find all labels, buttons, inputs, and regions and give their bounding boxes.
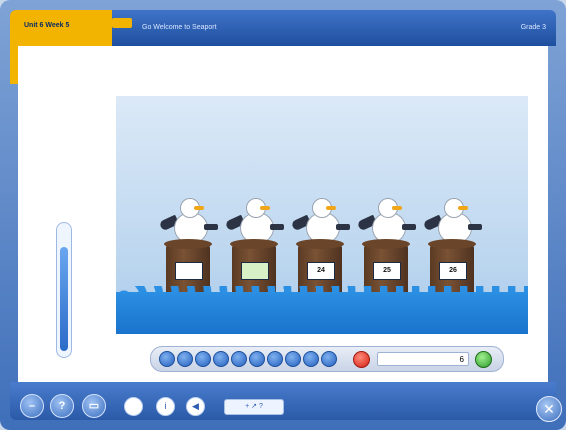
seagull-tail (402, 224, 416, 230)
seagull-tail (204, 224, 218, 230)
number-control-bar: 6 (150, 346, 504, 372)
audio-icon[interactable]: ◀ (186, 397, 205, 416)
number-button-8[interactable] (285, 351, 301, 367)
number-button-9[interactable] (303, 351, 319, 367)
number-button-5[interactable] (231, 351, 247, 367)
seagull-beak (260, 206, 270, 210)
seaport-scene: 24 25 26 (116, 96, 528, 334)
seagull-tail (270, 224, 284, 230)
help-icon[interactable]: ? (50, 394, 74, 418)
page-title: Go Welcome to Seaport (142, 24, 217, 31)
number-button-3[interactable] (195, 351, 211, 367)
clear-button[interactable] (353, 351, 370, 368)
post-card-2[interactable] (241, 262, 269, 280)
vertical-slider[interactable] (56, 222, 72, 358)
number-button-1[interactable] (159, 351, 175, 367)
slider-fill (60, 247, 68, 351)
number-button-6[interactable] (249, 351, 265, 367)
close-icon[interactable]: ✕ (536, 396, 562, 422)
sea (116, 292, 528, 334)
seagull-beak (458, 206, 468, 210)
number-button-7[interactable] (267, 351, 283, 367)
unit-tab-label: Unit 6 Week 5 (24, 22, 70, 29)
post-card-3: 24 (307, 262, 335, 280)
seagull-beak (392, 206, 402, 210)
number-button-4[interactable] (213, 351, 229, 367)
post-card-5: 26 (439, 262, 467, 280)
menu-icon[interactable]: – (20, 394, 44, 418)
post-card-1[interactable] (175, 262, 203, 280)
tools-panel[interactable]: + ↗ ? (224, 399, 284, 415)
info-icon[interactable]: i (156, 397, 175, 416)
grade-label: Grade 3 (520, 24, 546, 31)
seagull-tail (468, 224, 482, 230)
answer-field[interactable]: 6 (377, 352, 469, 366)
seagull-beak (194, 206, 204, 210)
clipboard-icon[interactable]: ▭ (82, 394, 106, 418)
tab-marker (112, 18, 132, 28)
submit-button[interactable] (475, 351, 492, 368)
blank-button[interactable] (124, 397, 143, 416)
seagull-tail (336, 224, 350, 230)
number-button-0[interactable] (321, 351, 337, 367)
number-button-2[interactable] (177, 351, 193, 367)
post-card-4: 25 (373, 262, 401, 280)
seagull-beak (326, 206, 336, 210)
